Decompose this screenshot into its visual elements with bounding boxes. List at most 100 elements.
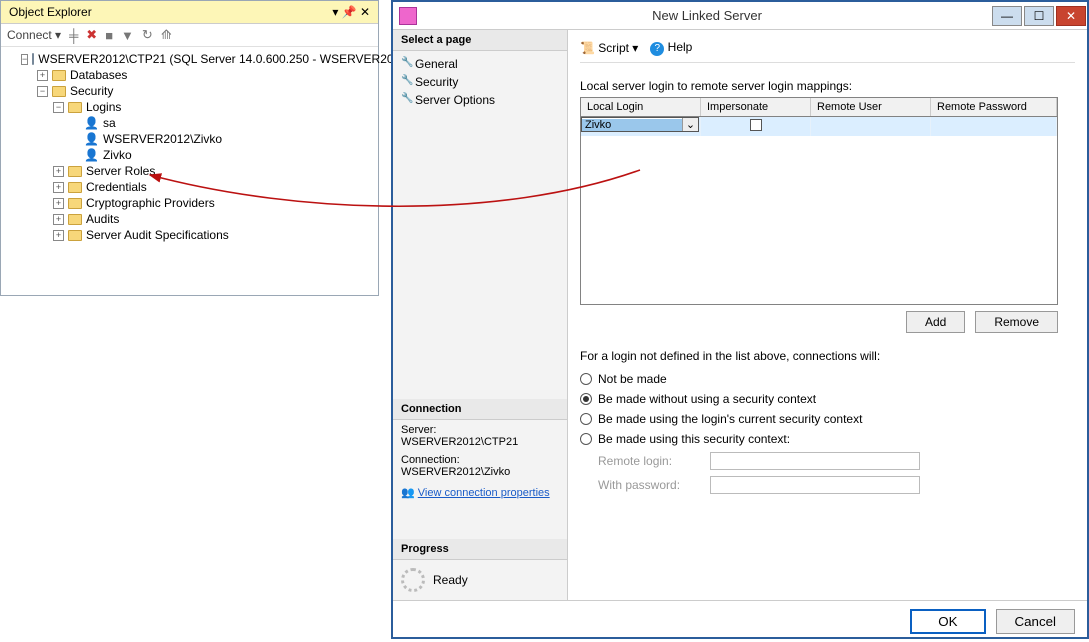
user-icon: 👤	[84, 148, 99, 162]
tree-databases[interactable]: Databases	[70, 68, 127, 82]
col-local-login[interactable]: Local Login	[581, 98, 701, 116]
toolbar-icon-2[interactable]: ✖	[86, 27, 97, 43]
dialog-icon	[399, 7, 417, 25]
impersonate-checkbox[interactable]	[750, 119, 762, 131]
expand-icon[interactable]: +	[53, 198, 64, 209]
add-button[interactable]: Add	[906, 311, 965, 333]
dialog-right-panel: 📜 Script ▾ ? Help Local server login to …	[568, 30, 1087, 600]
radio-without-security[interactable]: Be made without using a security context	[580, 389, 1075, 409]
folder-icon	[68, 198, 82, 209]
remote-user-cell[interactable]	[811, 117, 931, 136]
tree-server[interactable]: WSERVER2012\CTP21 (SQL Server 14.0.600.2…	[38, 52, 393, 66]
connection-header: Connection	[393, 399, 567, 420]
folder-icon	[52, 70, 66, 81]
object-explorer-panel: Object Explorer ▾ 📌 ✕ Connect ▾ ╪ ✖ ■ ▼ …	[0, 0, 379, 296]
progress-header: Progress	[393, 539, 567, 560]
local-login-combo[interactable]: Zivko ⌄	[581, 117, 699, 132]
expand-icon[interactable]: −	[53, 102, 64, 113]
expand-icon[interactable]: +	[53, 230, 64, 241]
chevron-down-icon[interactable]: ⌄	[682, 118, 698, 131]
tree-security[interactable]: Security	[70, 84, 113, 98]
tree-server-roles[interactable]: Server Roles	[86, 164, 155, 178]
tree-audits[interactable]: Audits	[86, 212, 119, 226]
page-security[interactable]: Security	[401, 73, 559, 91]
with-password-input	[710, 476, 920, 494]
folder-icon	[68, 230, 82, 241]
expand-icon[interactable]: −	[37, 86, 48, 97]
connection-radios: For a login not defined in the list abov…	[580, 349, 1075, 497]
spinner-icon	[401, 568, 425, 592]
expand-icon[interactable]: +	[53, 214, 64, 225]
progress-status: Ready	[433, 573, 468, 587]
page-server-options[interactable]: Server Options	[401, 91, 559, 109]
view-connection-properties-link[interactable]: View connection properties	[418, 487, 550, 499]
toolbar-icon-1[interactable]: ╪	[69, 28, 78, 43]
expand-icon[interactable]: +	[53, 166, 64, 177]
pin-icon[interactable]: ▾ 📌 ✕	[332, 5, 370, 19]
mappings-label: Local server login to remote server logi…	[580, 79, 1075, 93]
select-page-header: Select a page	[393, 30, 567, 51]
folder-icon	[68, 182, 82, 193]
maximize-button[interactable]: ☐	[1024, 6, 1054, 26]
dialog-toolbar: 📜 Script ▾ ? Help	[580, 38, 1075, 63]
with-password-label: With password:	[598, 478, 698, 492]
remote-login-input	[710, 452, 920, 470]
refresh-icon[interactable]: ↻	[142, 27, 153, 43]
folder-icon	[52, 86, 66, 97]
activity-icon[interactable]: ⟰	[161, 27, 172, 43]
script-dropdown[interactable]: 📜 Script ▾	[580, 41, 638, 55]
radio-login-security[interactable]: Be made using the login's current securi…	[580, 409, 1075, 429]
help-button[interactable]: ? Help	[650, 40, 692, 56]
server-value: WSERVER2012\CTP21	[401, 436, 559, 448]
expand-icon[interactable]: +	[53, 182, 64, 193]
object-explorer-header: Object Explorer ▾ 📌 ✕	[1, 1, 378, 24]
not-defined-label: For a login not defined in the list abov…	[580, 349, 1075, 363]
connection-info: Server: WSERVER2012\CTP21 Connection: WS…	[393, 420, 567, 503]
folder-icon	[68, 166, 82, 177]
tree-credentials[interactable]: Credentials	[86, 180, 147, 194]
server-label: Server:	[401, 424, 559, 436]
dialog-footer: OK Cancel	[393, 600, 1087, 642]
tree-audit-specs[interactable]: Server Audit Specifications	[86, 228, 229, 242]
col-remote-user[interactable]: Remote User	[811, 98, 931, 116]
radio-this-security[interactable]: Be made using this security context:	[580, 429, 1075, 449]
expand-icon[interactable]: −	[21, 54, 28, 65]
col-impersonate[interactable]: Impersonate	[701, 98, 811, 116]
user-icon: 👤	[84, 132, 99, 146]
tree-crypto-providers[interactable]: Cryptographic Providers	[86, 196, 215, 210]
connect-dropdown[interactable]: Connect ▾	[7, 28, 61, 42]
help-icon: ?	[650, 42, 664, 56]
close-button[interactable]: ✕	[1056, 6, 1086, 26]
remote-login-label: Remote login:	[598, 454, 698, 468]
ok-button[interactable]: OK	[910, 609, 985, 634]
dialog-titlebar[interactable]: New Linked Server — ☐ ✕	[393, 2, 1087, 30]
folder-icon	[68, 102, 82, 113]
remove-button[interactable]: Remove	[975, 311, 1058, 333]
remote-password-cell[interactable]	[931, 117, 1057, 136]
expand-icon[interactable]: +	[37, 70, 48, 81]
user-icon: 👤	[84, 116, 99, 130]
folder-icon	[68, 214, 82, 225]
toolbar-icon-3[interactable]: ■	[105, 28, 113, 43]
local-login-value: Zivko	[582, 119, 682, 131]
page-general[interactable]: General	[401, 55, 559, 73]
grid-row[interactable]: Zivko ⌄	[581, 117, 1057, 136]
grid-header: Local Login Impersonate Remote User Remo…	[581, 98, 1057, 117]
tree-logins[interactable]: Logins	[86, 100, 121, 114]
cancel-button[interactable]: Cancel	[996, 609, 1076, 634]
object-explorer-tree: −WSERVER2012\CTP21 (SQL Server 14.0.600.…	[1, 47, 378, 247]
minimize-button[interactable]: —	[992, 6, 1022, 26]
login-item-zivko[interactable]: Zivko	[103, 148, 132, 162]
login-item-sa[interactable]: sa	[103, 116, 116, 130]
dialog-left-panel: Select a page General Security Server Op…	[393, 30, 568, 600]
dialog-title: New Linked Server	[423, 8, 991, 23]
connection-value: WSERVER2012\Zivko	[401, 466, 559, 478]
connection-label: Connection:	[401, 454, 559, 466]
filter-icon[interactable]: ▼	[121, 28, 134, 43]
login-item-wserver-zivko[interactable]: WSERVER2012\Zivko	[103, 132, 222, 146]
radio-not-be-made[interactable]: Not be made	[580, 369, 1075, 389]
object-explorer-title: Object Explorer	[9, 5, 92, 19]
page-list: General Security Server Options	[393, 51, 567, 113]
progress-area: Ready	[393, 560, 567, 600]
col-remote-password[interactable]: Remote Password	[931, 98, 1057, 116]
